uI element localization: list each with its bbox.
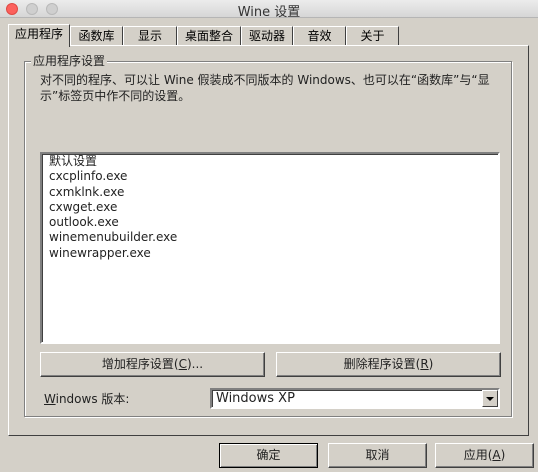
list-item[interactable]: cxmklnk.exe (48, 185, 177, 200)
windows-version-label: Windows 版本: (44, 392, 130, 406)
list-item[interactable]: cxcplinfo.exe (48, 169, 177, 184)
list-item[interactable]: outlook.exe (48, 215, 177, 230)
remove-application-button[interactable]: 删除程序设置(R) (276, 352, 501, 377)
list-item-label: 默认设置 (49, 154, 98, 168)
list-item[interactable]: winemenubuilder.exe (48, 230, 177, 245)
description-text: 对不同的程序、可以让 Wine 假装成不同版本的 Windows、也可以在“函数… (40, 73, 490, 103)
windows-version-value: Windows XP (216, 391, 295, 406)
tab-desktop-integration[interactable]: 桌面整合 (177, 26, 241, 45)
list-item[interactable]: 默认设置 (48, 154, 177, 169)
tab-libraries[interactable]: 函数库 (70, 26, 123, 45)
tab-drives[interactable]: 驱动器 (241, 26, 293, 45)
group-title: 应用程序设置 (31, 54, 108, 68)
ok-button[interactable]: 确定 (219, 443, 318, 468)
apply-button[interactable]: 应用(A) (435, 443, 534, 468)
tab-audio[interactable]: 音效 (293, 26, 346, 45)
chevron-down-icon[interactable] (482, 390, 498, 407)
title-bar: Wine 设置 (0, 0, 538, 20)
tab-applications[interactable]: 应用程序 (8, 24, 70, 47)
tab-graphics[interactable]: 显示 (123, 26, 177, 45)
list-item[interactable]: cxwget.exe (48, 200, 177, 215)
windows-version-select[interactable]: Windows XP (210, 388, 500, 409)
list-item[interactable]: winewrapper.exe (48, 246, 177, 261)
tab-about[interactable]: 关于 (346, 26, 399, 45)
add-application-button[interactable]: 增加程序设置(C)... (40, 352, 265, 377)
cancel-button[interactable]: 取消 (328, 443, 427, 468)
window-title: Wine 设置 (237, 5, 301, 20)
application-list[interactable]: 默认设置 cxcplinfo.exe cxmklnk.exe cxwget.ex… (40, 152, 500, 344)
